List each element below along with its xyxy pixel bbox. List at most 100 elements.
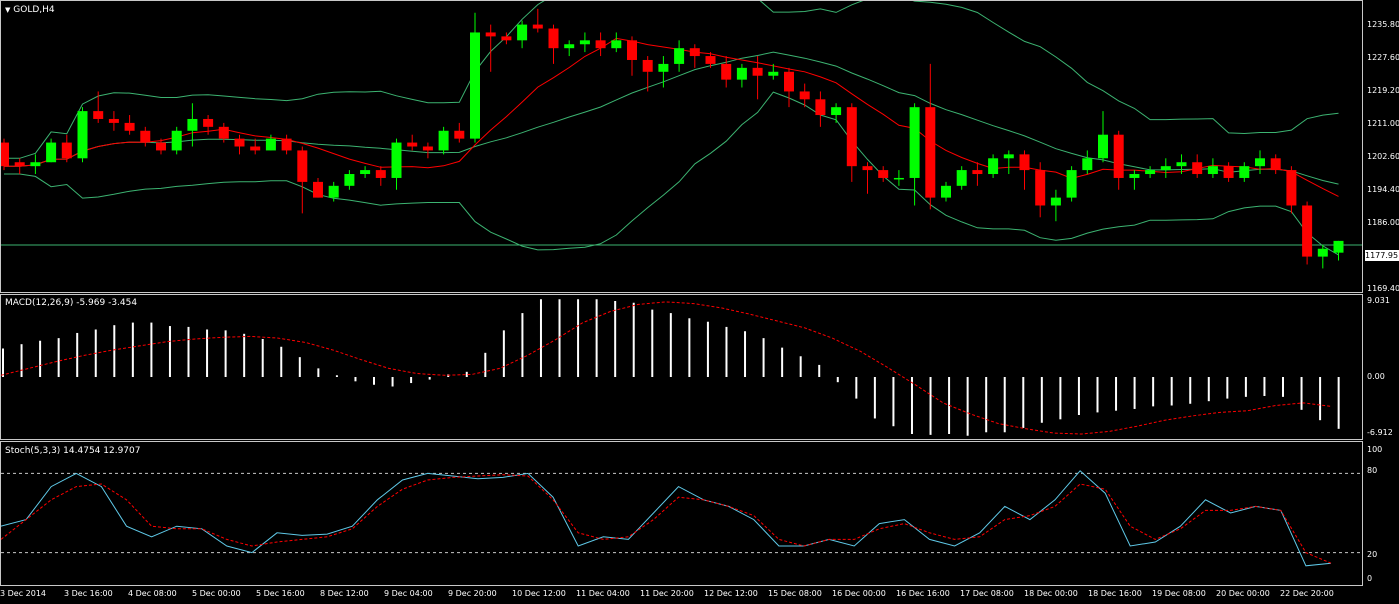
candle-body: [218, 126, 229, 139]
stochastic-panel[interactable]: Stoch(5,3,3) 14.4754 12.9707: [0, 441, 1363, 586]
time-axis-label: 11 Dec 04:00: [576, 589, 630, 598]
candle-body: [752, 67, 763, 76]
candle-body: [14, 162, 25, 167]
candle-body: [1317, 248, 1328, 257]
bollinger-middle-line: [4, 51, 1339, 185]
candle-body: [485, 32, 496, 37]
time-axis-label: 16 Dec 16:00: [896, 589, 950, 598]
candle-body: [391, 142, 402, 178]
candle-body: [595, 40, 606, 49]
candle-body: [108, 118, 119, 123]
time-axis-label: 10 Dec 12:00: [512, 589, 566, 598]
candle-body: [1176, 162, 1187, 167]
candle-body: [46, 142, 57, 163]
candle-body: [941, 185, 951, 198]
macd-axis-label: 9.031: [1367, 296, 1390, 305]
candle-body: [799, 91, 810, 100]
time-axis-label: 20 Dec 00:00: [1216, 589, 1270, 598]
candle-body: [93, 111, 104, 119]
candle-body: [956, 170, 967, 186]
candle-body: [1286, 170, 1297, 206]
candle-body: [1160, 166, 1171, 171]
candle-body: [375, 170, 386, 178]
candle-body: [1050, 197, 1061, 206]
candle-body: [328, 185, 339, 198]
candle-body: [234, 138, 245, 147]
candle-body: [1270, 158, 1281, 171]
time-axis-label: 12 Dec 12:00: [704, 589, 758, 598]
candle-body: [611, 40, 622, 49]
moving-average-line: [4, 37, 1339, 197]
chart-menu-arrow-icon[interactable]: ▼: [5, 6, 10, 14]
candle-body: [1255, 158, 1265, 167]
candle-body: [1003, 154, 1014, 159]
candle-body: [250, 146, 261, 151]
candle-body: [674, 48, 685, 64]
time-axis-label: 18 Dec 00:00: [1024, 589, 1078, 598]
candle-body: [265, 138, 276, 151]
time-axis-label: 15 Dec 08:00: [768, 589, 822, 598]
price-axis-label: 1202.60: [1367, 152, 1399, 161]
candle-body: [470, 32, 480, 139]
candle-body: [1302, 205, 1313, 257]
time-axis-label: 8 Dec 12:00: [320, 589, 369, 598]
candle-body: [831, 107, 842, 116]
candle-body: [1333, 240, 1344, 253]
price-axis-label: 1211.00: [1367, 119, 1399, 128]
candle-body: [878, 170, 889, 178]
candle-body: [1223, 166, 1234, 178]
candle-body: [422, 146, 433, 151]
candle-body: [187, 118, 198, 131]
candle-body: [77, 111, 88, 159]
candle-body: [658, 63, 669, 72]
candle-body: [30, 162, 41, 167]
candle-body: [846, 107, 857, 167]
stoch-axis-label: 100: [1367, 445, 1383, 454]
time-axis-label: 3 Dec 2014: [0, 589, 47, 598]
time-axis-label: 3 Dec 16:00: [64, 589, 113, 598]
price-axis-label: 1186.00: [1367, 218, 1399, 227]
price-axis-label: 1169.40: [1367, 284, 1399, 293]
candle-body: [721, 63, 732, 80]
candle-body: [627, 40, 637, 60]
candle-body: [501, 36, 512, 41]
price-axis-label: 1227.60: [1367, 53, 1399, 62]
candle-body: [360, 170, 371, 175]
candle-body: [517, 24, 528, 41]
candle-body: [972, 170, 983, 175]
stoch-axis-label: 80: [1367, 466, 1378, 475]
symbol-label: GOLD,H4: [13, 5, 55, 15]
candle-body: [1066, 170, 1077, 198]
candle-body: [1145, 170, 1156, 175]
time-axis-label: 9 Dec 20:00: [448, 589, 497, 598]
macd-axis-label: 0.00: [1367, 372, 1385, 381]
candle-body: [909, 107, 920, 178]
candle-body: [407, 142, 418, 147]
candle-body: [281, 138, 292, 151]
macd-axis-label: -6.912: [1367, 428, 1393, 437]
macd-signal-line: [1, 301, 1332, 435]
price-chart-panel[interactable]: ▼ GOLD,H4: [0, 0, 1363, 293]
candle-body: [1082, 158, 1093, 171]
candle-body: [1, 142, 9, 167]
candle-body: [1019, 154, 1030, 171]
candle-body: [344, 174, 355, 186]
macd-panel[interactable]: MACD(12,26,9) -5.969 -3.454: [0, 294, 1363, 440]
candle-body: [438, 130, 449, 151]
candle-body: [1113, 134, 1124, 178]
candle-body: [313, 181, 323, 198]
time-axis-label: 9 Dec 04:00: [384, 589, 433, 598]
time-axis-label: 4 Dec 08:00: [128, 589, 177, 598]
bollinger-upper-line: [4, 1, 1339, 159]
candle-body: [1035, 170, 1046, 206]
time-axis-label: 17 Dec 08:00: [960, 589, 1014, 598]
candle-body: [1098, 134, 1108, 159]
candle-body: [768, 71, 779, 76]
candle-body: [297, 150, 308, 182]
stoch-main-line: [1, 470, 1332, 567]
time-axis-label: 16 Dec 00:00: [832, 589, 886, 598]
time-axis-label: 18 Dec 16:00: [1088, 589, 1142, 598]
candle-body: [925, 107, 936, 198]
time-axis-label: 11 Dec 20:00: [640, 589, 694, 598]
candle-body: [1129, 174, 1140, 178]
